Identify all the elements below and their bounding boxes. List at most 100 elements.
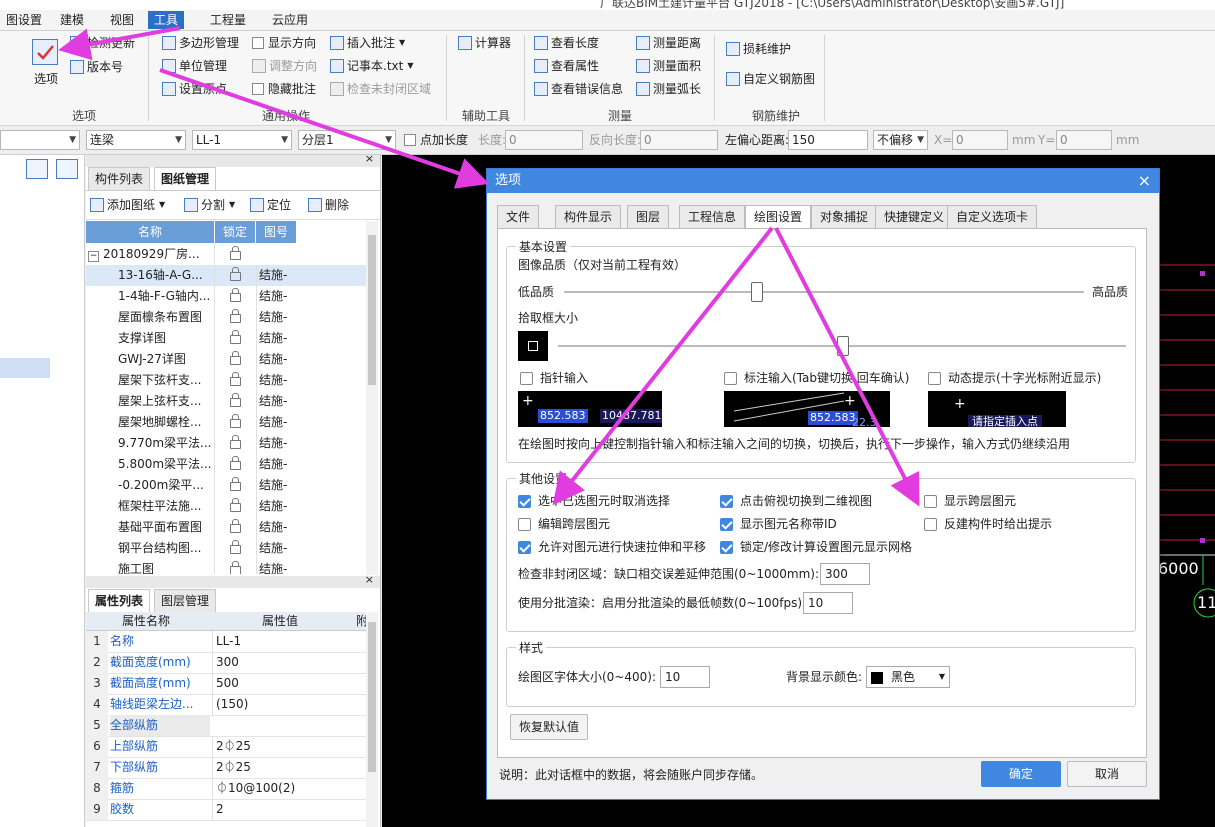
drawing-row[interactable]: GWJ-27详图 结施- xyxy=(86,349,366,370)
checkbox-box[interactable] xyxy=(924,517,937,531)
insert-annotation-button[interactable]: 插入批注 ▼ xyxy=(330,33,405,53)
lock-icon[interactable] xyxy=(214,517,255,538)
checkbox-box[interactable] xyxy=(518,494,531,508)
batch-render-input[interactable]: 10 xyxy=(803,592,853,614)
prop-value[interactable]: 2⏀25 xyxy=(212,736,360,757)
tab-layer-manage[interactable]: 图层管理 xyxy=(154,589,217,612)
drawing-row[interactable]: 钢平台结构图... 结施- xyxy=(86,538,366,559)
prop-value[interactable]: 2⏀25 xyxy=(212,757,360,778)
loss-maintain-button[interactable]: 损耗维护 xyxy=(726,39,791,59)
prop-row[interactable]: 6 上部纵筋 2⏀25 xyxy=(86,736,366,758)
floor-combo[interactable]: ▼ xyxy=(0,130,80,150)
drawing-row[interactable]: 框架柱平法施... 结施- xyxy=(86,496,366,517)
prop-row[interactable]: 3 截面高度(mm) 500 xyxy=(86,673,366,695)
dialog-tab[interactable]: 构件显示 xyxy=(555,205,622,229)
prop-row[interactable]: 4 轴线距梁左边... (150) xyxy=(86,694,366,716)
prop-value[interactable]: ⏀10@100(2) xyxy=(212,778,360,799)
length-input[interactable]: 0 xyxy=(505,130,583,150)
other-option-checkbox[interactable]: 反建构件时给出提示 xyxy=(924,515,1052,533)
ok-button[interactable]: 确定 xyxy=(981,761,1061,787)
drawing-row[interactable]: −20180929厂房... xyxy=(86,244,366,265)
reverse-length-input[interactable]: 0 xyxy=(640,130,718,150)
drawing-row[interactable]: 施工图 结施- xyxy=(86,559,366,574)
checkbox-box[interactable] xyxy=(518,540,531,554)
offset-input[interactable]: 150 xyxy=(788,130,868,150)
prop-value[interactable]: LL-1 xyxy=(212,631,360,652)
drawing-row[interactable]: 支撑详图 结施- xyxy=(86,328,366,349)
prop-row[interactable]: 2 截面宽度(mm) 300 xyxy=(86,652,366,674)
font-size-input[interactable]: 10 xyxy=(660,666,710,688)
pick-size-slider-thumb[interactable] xyxy=(837,336,849,356)
checkbox-box[interactable] xyxy=(518,517,531,531)
custom-rebar-button[interactable]: 自定义钢筋图 xyxy=(726,69,815,89)
x-input[interactable]: 0 xyxy=(952,130,1008,150)
menu-cloud[interactable]: 云应用 xyxy=(266,11,314,29)
dialog-tab[interactable]: 对象捕捉 xyxy=(811,205,878,229)
lock-icon[interactable] xyxy=(214,475,255,496)
unit-manage-button[interactable]: 单位管理 xyxy=(162,56,227,76)
close-icon[interactable]: × xyxy=(365,573,374,586)
bg-color-select[interactable]: 黑色 ▼ xyxy=(866,666,950,688)
options-button[interactable]: 选项 xyxy=(34,69,58,89)
dimension-input-checkbox[interactable]: 标注输入(Tab键切换,回车确认) xyxy=(724,369,910,387)
view-attr-button[interactable]: 查看属性 xyxy=(534,56,599,76)
dynamic-hint-checkbox[interactable]: 动态提示(十字光标附近显示) xyxy=(928,369,1101,387)
close-icon[interactable]: × xyxy=(1138,169,1151,193)
checkbox-box[interactable] xyxy=(720,517,733,531)
quality-slider[interactable] xyxy=(564,282,1084,302)
close-icon[interactable]: × xyxy=(365,152,374,165)
lock-icon[interactable] xyxy=(214,328,255,349)
list-view-icon[interactable] xyxy=(26,159,48,179)
lock-icon[interactable] xyxy=(214,244,255,265)
menu-draw-settings[interactable]: 图设置 xyxy=(0,11,48,29)
tab-prop-list[interactable]: 属性列表 xyxy=(88,589,151,612)
y-input[interactable]: 0 xyxy=(1056,130,1112,150)
detail-view-icon[interactable] xyxy=(56,159,78,179)
prop-value[interactable]: (150) xyxy=(212,694,360,715)
prop-row[interactable]: 5 全部纵筋 xyxy=(86,715,366,737)
set-origin-button[interactable]: 设置原点 xyxy=(162,79,227,99)
cancel-button[interactable]: 取消 xyxy=(1067,761,1147,787)
menu-view[interactable]: 视图 xyxy=(104,11,140,29)
pointer-input-checkbox[interactable]: 指针输入 xyxy=(520,369,588,387)
other-option-checkbox[interactable]: 选中已选图元时取消选择 xyxy=(518,492,670,510)
view-length-button[interactable]: 查看长度 xyxy=(534,33,599,53)
drawing-row[interactable]: 屋架上弦杆支... 结施- xyxy=(86,391,366,412)
drawing-row[interactable]: 1-4轴-F-G轴内... 结施- xyxy=(86,286,366,307)
drawing-row[interactable]: 13-16轴-A-G... 结施- xyxy=(86,265,366,286)
prop-value[interactable]: 300 xyxy=(212,652,360,673)
other-option-checkbox[interactable]: 点击俯视切换到二维视图 xyxy=(720,492,872,510)
restore-defaults-button[interactable]: 恢复默认值 xyxy=(510,714,588,740)
dialog-tab[interactable]: 图层 xyxy=(627,205,670,229)
other-option-checkbox[interactable]: 显示跨层图元 xyxy=(924,492,1016,510)
measure-area-button[interactable]: 测量面积 xyxy=(636,56,701,76)
lock-icon[interactable] xyxy=(214,265,255,286)
calculator-button[interactable]: 计算器 xyxy=(458,33,511,53)
drawing-scrollbar[interactable] xyxy=(366,221,378,575)
menu-tools[interactable]: 工具 xyxy=(148,11,185,29)
dialog-tab[interactable]: 快捷键定义 xyxy=(875,205,954,229)
view-errors-button[interactable]: 查看错误信息 xyxy=(534,79,623,99)
collapse-icon[interactable]: − xyxy=(88,251,99,262)
pick-size-slider[interactable] xyxy=(558,336,1126,356)
lock-icon[interactable] xyxy=(214,538,255,559)
show-direction-checkbox[interactable]: 显示方向 xyxy=(252,33,316,53)
drawing-row[interactable]: -0.200m梁平... 结施- xyxy=(86,475,366,496)
options-icon[interactable] xyxy=(32,39,58,65)
lock-icon[interactable] xyxy=(214,307,255,328)
delete-button[interactable]: 删除 xyxy=(308,195,349,215)
prop-scrollbar[interactable] xyxy=(366,612,378,827)
drawing-row[interactable]: 屋架地脚螺栓... 结施- xyxy=(86,412,366,433)
prop-row[interactable]: 7 下部纵筋 2⏀25 xyxy=(86,757,366,779)
check-unclosed-input[interactable]: 300 xyxy=(820,563,870,585)
version-button[interactable]: 版本号 xyxy=(70,57,123,77)
offset-mode-combo[interactable]: 不偏移 ▼ xyxy=(873,130,928,150)
dialog-tab[interactable]: 工程信息 xyxy=(679,205,746,229)
checkbox-box[interactable] xyxy=(924,494,937,508)
check-update-button[interactable]: 检测更新 xyxy=(70,33,135,53)
layer-combo[interactable]: 分层1 ▼ xyxy=(298,130,396,150)
drawing-row[interactable]: 基础平面布置图 结施- xyxy=(86,517,366,538)
nav-selected-item[interactable] xyxy=(0,358,50,378)
dialog-tab[interactable]: 绘图设置 xyxy=(745,205,812,230)
tab-drawing-manage[interactable]: 图纸管理 xyxy=(154,167,217,190)
